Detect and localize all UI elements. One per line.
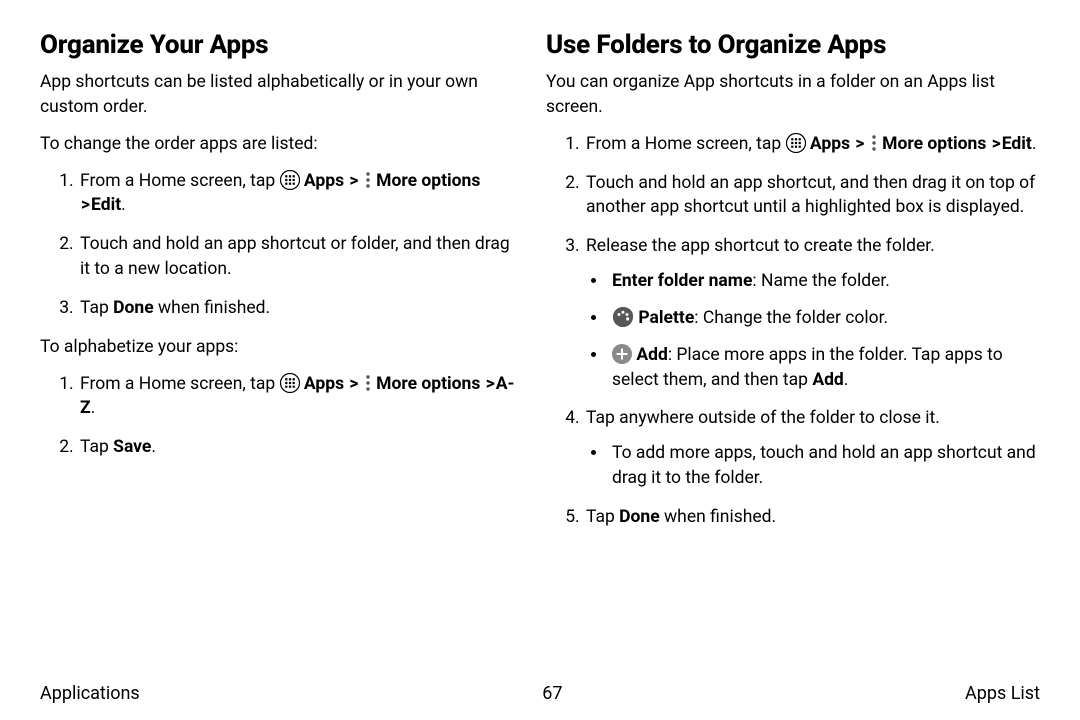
right-column: Use Folders to Organize Apps You can org…: [540, 30, 1040, 660]
add-icon: [612, 344, 632, 364]
edit-label: Edit: [91, 195, 121, 215]
palette-label: Palette: [638, 308, 694, 328]
apps-grid-icon: [280, 373, 300, 393]
text: : Name the folder.: [752, 271, 890, 291]
more-bullets: To add more apps, touch and hold an app …: [586, 441, 1040, 491]
apps-label: Apps: [304, 171, 344, 191]
period: .: [844, 370, 849, 390]
steps-change-order: From a Home screen, tap Apps > More opti…: [40, 169, 515, 321]
apps-label: Apps: [304, 374, 344, 394]
more-options-icon: [870, 133, 878, 153]
intro-left: App shortcuts can be listed alphabetical…: [40, 70, 515, 120]
heading-organize: Organize Your Apps: [40, 30, 515, 60]
step-4: Tap anywhere outside of the folder to cl…: [584, 406, 1040, 491]
step-1: From a Home screen, tap Apps > More opti…: [78, 169, 515, 219]
text: Tap anywhere outside of the folder to cl…: [586, 408, 940, 428]
period: .: [121, 195, 126, 215]
chevron: >: [80, 195, 91, 215]
footer-right: Apps List: [965, 683, 1040, 704]
lead-change-order: To change the order apps are listed:: [40, 132, 515, 157]
text: when finished.: [660, 507, 776, 527]
bullet-enter-name: Enter folder name: Name the folder.: [608, 269, 1040, 294]
chevron: >: [991, 134, 1002, 154]
bullet-more-apps: To add more apps, touch and hold an app …: [608, 441, 1040, 491]
more-options-icon: [364, 170, 372, 190]
folder-options: Enter folder name: Name the folder. Pale…: [586, 269, 1040, 392]
step-1: From a Home screen, tap Apps > More opti…: [584, 132, 1040, 157]
text: Tap: [80, 437, 113, 457]
text: From a Home screen, tap: [80, 374, 280, 394]
bullet-add: Add: Place more apps in the folder. Tap …: [608, 343, 1040, 393]
text: when finished.: [154, 298, 270, 318]
chevron: >: [854, 134, 865, 154]
step-3: Release the app shortcut to create the f…: [584, 234, 1040, 392]
text: : Change the folder color.: [694, 308, 888, 328]
step-2: Touch and hold an app shortcut or folder…: [78, 232, 515, 282]
done-label: Done: [619, 507, 660, 527]
more-options-label: More options: [882, 134, 986, 154]
add-label-2: Add: [812, 370, 843, 390]
more-options-label: More options: [376, 171, 480, 191]
step-2: Tap Save.: [78, 435, 515, 460]
steps-folders: From a Home screen, tap Apps > More opti…: [546, 132, 1040, 530]
bullet-palette: Palette: Change the folder color.: [608, 306, 1040, 331]
palette-icon: [612, 306, 634, 328]
lead-alphabetize: To alphabetize your apps:: [40, 335, 515, 360]
step-3: Tap Done when finished.: [78, 296, 515, 321]
done-label: Done: [113, 298, 154, 318]
apps-grid-icon: [786, 133, 806, 153]
text: : Place more apps in the folder. Tap app…: [612, 345, 1003, 390]
more-options-label: More options: [376, 374, 480, 394]
edit-label: Edit: [1002, 134, 1032, 154]
add-label: Add: [636, 345, 667, 365]
footer-left: Applications: [40, 683, 140, 704]
chevron: >: [348, 171, 359, 191]
period: .: [151, 437, 156, 457]
text: From a Home screen, tap: [586, 134, 786, 154]
step-5: Tap Done when finished.: [584, 505, 1040, 530]
page-footer: Applications 67 Apps List: [40, 683, 1040, 704]
enter-folder-name-label: Enter folder name: [612, 271, 752, 291]
left-column: Organize Your Apps App shortcuts can be …: [40, 30, 540, 660]
footer-page-number: 67: [542, 683, 562, 704]
text: Tap: [80, 298, 113, 318]
text: Tap: [586, 507, 619, 527]
period: .: [91, 398, 96, 418]
heading-folders: Use Folders to Organize Apps: [546, 30, 1040, 60]
period: .: [1032, 134, 1037, 154]
steps-alphabetize: From a Home screen, tap Apps > More opti…: [40, 372, 515, 461]
intro-right: You can organize App shortcuts in a fold…: [546, 70, 1040, 120]
step-1: From a Home screen, tap Apps > More opti…: [78, 372, 515, 422]
save-label: Save: [113, 437, 151, 457]
chevron: >: [348, 374, 359, 394]
apps-grid-icon: [280, 170, 300, 190]
chevron: >: [485, 374, 496, 394]
text: From a Home screen, tap: [80, 171, 280, 191]
more-options-icon: [364, 373, 372, 393]
step-2: Touch and hold an app shortcut, and then…: [584, 171, 1040, 221]
text: Release the app shortcut to create the f…: [586, 236, 935, 256]
apps-label: Apps: [810, 134, 850, 154]
